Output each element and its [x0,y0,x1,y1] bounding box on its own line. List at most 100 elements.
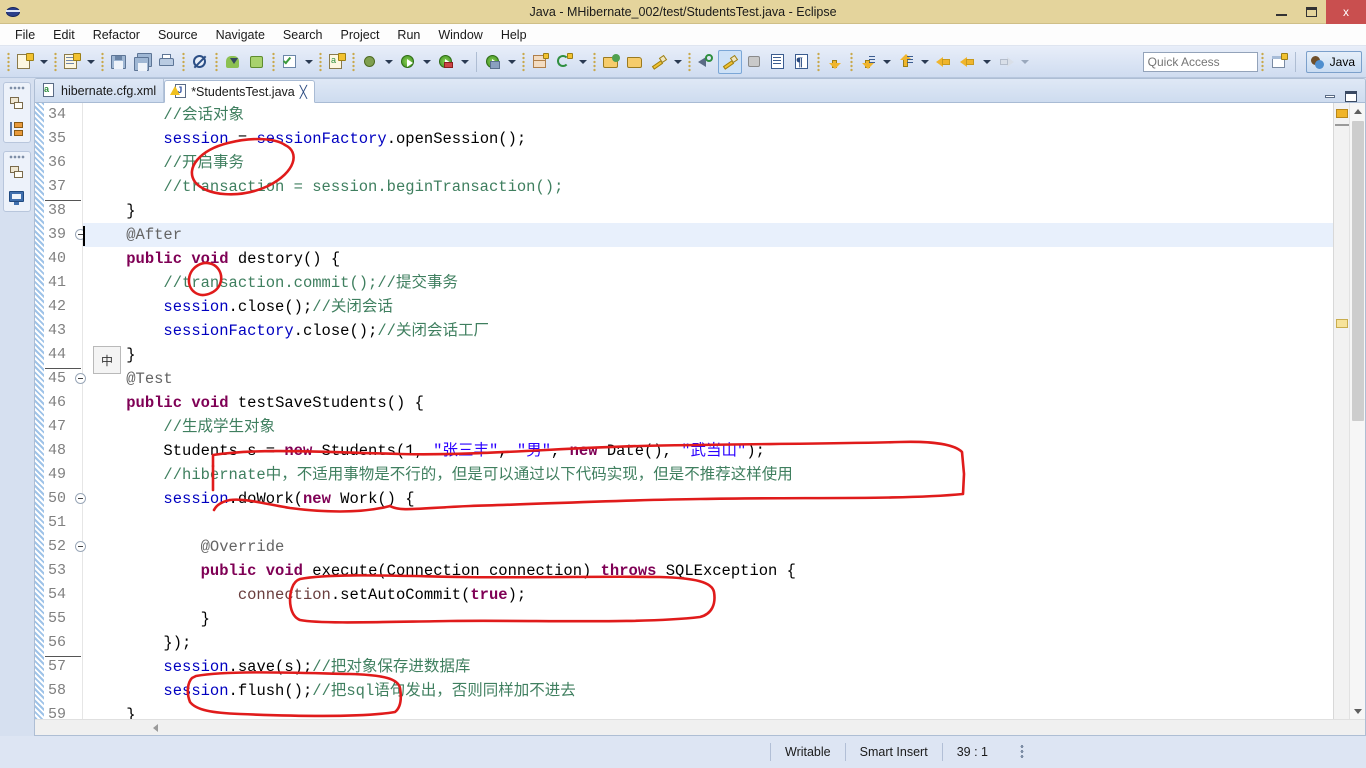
code-line[interactable]: //hibernate中，不适用事物是不行的，但是可以通过以下代码实现，但是不推… [83,463,1333,487]
debug-icon[interactable] [358,50,382,74]
editor-horizontal-scrollbar[interactable] [35,719,1365,735]
code-line[interactable]: @Test [83,367,1333,391]
new-connection-dropdown[interactable] [576,51,590,73]
menu-refactor[interactable]: Refactor [84,26,149,44]
code-line[interactable]: connection.setAutoCommit(true); [83,583,1333,607]
package-explorer-icon[interactable] [8,120,26,138]
open-type-icon[interactable] [599,50,623,74]
annotation-icon[interactable] [718,49,742,74]
code-line[interactable]: } [83,703,1333,719]
menu-project[interactable]: Project [332,26,389,44]
console-icon[interactable] [8,189,26,207]
toolbar-drag-handle[interactable] [7,51,10,72]
code-line[interactable]: session.flush();//把sql语句发出，否则同样加不进去 [83,679,1333,703]
menu-source[interactable]: Source [149,26,207,44]
print-icon[interactable] [155,50,179,74]
code-line[interactable]: session.close();//关闭会话 [83,295,1333,319]
code-line[interactable]: @Override [83,535,1333,559]
code-line[interactable]: } [83,199,1333,223]
previous-annotation-dropdown[interactable] [918,51,932,73]
maximize-view-icon[interactable] [1345,91,1357,102]
forward-icon[interactable] [994,50,1018,74]
new-table-icon[interactable] [528,50,552,74]
code-line[interactable]: public void destory() { [83,247,1333,271]
menu-navigate[interactable]: Navigate [207,26,274,44]
next-annotation-icon[interactable] [856,50,880,74]
code-line[interactable]: } [83,343,1333,367]
code-line[interactable]: sessionFactory.close();//关闭会话工厂 [83,319,1333,343]
menu-run[interactable]: Run [388,26,429,44]
scroll-left-icon[interactable] [147,720,163,736]
menu-help[interactable]: Help [492,26,536,44]
status-overflow-handle[interactable] [1019,744,1024,760]
back-icon[interactable] [956,50,980,74]
show-paragraph-icon[interactable]: ¶ [790,50,814,74]
restore-icon[interactable] [8,165,26,183]
code-line[interactable]: @After [83,223,1333,247]
run-as-server-icon[interactable] [434,50,458,74]
menu-search[interactable]: Search [274,26,332,44]
new-wizard-dropdown[interactable] [37,51,51,73]
android-avd-manager-icon[interactable] [245,50,269,74]
minimize-view-icon[interactable] [1325,95,1335,98]
vertical-scroll-thumb[interactable] [1352,121,1364,421]
code-line[interactable]: //transaction = session.beginTransaction… [83,175,1333,199]
next-annotation-dropdown[interactable] [880,51,894,73]
rail-drag-handle[interactable] [9,155,25,159]
code-line[interactable] [83,511,1333,535]
run-icon[interactable] [396,50,420,74]
toggle-breakpoint-icon[interactable] [188,50,212,74]
new-wizard-icon[interactable] [13,50,37,74]
scroll-up-icon[interactable] [1350,103,1365,119]
build-all-icon[interactable] [278,50,302,74]
open-resource-icon[interactable] [647,50,671,74]
new-connection-icon[interactable] [552,50,576,74]
code-line[interactable]: //开启事务 [83,151,1333,175]
new-java-class-dropdown[interactable] [84,51,98,73]
code-line[interactable]: session = sessionFactory.openSession(); [83,127,1333,151]
run-as-dropdown[interactable] [458,51,472,73]
code-line[interactable]: }); [83,631,1333,655]
code-line[interactable]: public void execute(Connection connectio… [83,559,1333,583]
editor-tab-hibernate-cfg-xml[interactable]: a hibernate.cfg.xml [35,79,165,102]
forward-dropdown[interactable] [1018,51,1032,73]
external-tools-dropdown[interactable] [505,51,519,73]
overview-marker-warning[interactable] [1336,319,1348,328]
last-edit-location-icon[interactable] [823,50,847,74]
code-line[interactable]: public void testSaveStudents() { [83,391,1333,415]
editor-tab-studentstest-java[interactable]: J *StudentsTest.java ╳ [164,80,315,103]
code-line[interactable]: session.doWork(new Work() { [83,487,1333,511]
back-history-icon[interactable] [932,50,956,74]
overview-marker-warning[interactable] [1336,109,1348,118]
new-android-xml-icon[interactable]: a [325,50,349,74]
external-tools-icon[interactable] [481,50,505,74]
editor-tab-close-icon[interactable]: ╳ [300,85,307,99]
code-line[interactable]: Students s = new Students(1, "张三丰", "男",… [83,439,1333,463]
java-perspective-button[interactable]: Java [1305,50,1362,73]
build-dropdown[interactable] [302,51,316,73]
rail-drag-handle[interactable] [9,86,25,90]
previous-annotation-icon[interactable] [894,50,918,74]
status-insert-mode[interactable]: Smart Insert [846,745,942,759]
new-java-class-icon[interactable] [60,50,84,74]
menu-edit[interactable]: Edit [44,26,84,44]
back-dropdown[interactable] [980,51,994,73]
show-whitespace-icon[interactable] [766,50,790,74]
open-task-icon[interactable] [623,50,647,74]
overview-ruler[interactable] [1333,103,1349,719]
open-resource-dropdown[interactable] [671,51,685,73]
editor-vertical-scrollbar[interactable] [1349,103,1365,719]
search-icon[interactable] [694,50,718,74]
code-line[interactable]: //生成学生对象 [83,415,1333,439]
save-all-icon[interactable] [131,50,155,74]
open-perspective-icon[interactable] [1267,50,1291,74]
quick-access-input[interactable] [1142,51,1258,72]
code-line[interactable]: //会话对象 [83,103,1333,127]
pin-icon[interactable] [742,50,766,74]
restore-icon[interactable] [8,96,26,114]
android-sdk-manager-icon[interactable] [221,50,245,74]
code-line[interactable]: } [83,607,1333,631]
save-icon[interactable] [107,50,131,74]
menu-window[interactable]: Window [429,26,491,44]
debug-dropdown[interactable] [382,51,396,73]
